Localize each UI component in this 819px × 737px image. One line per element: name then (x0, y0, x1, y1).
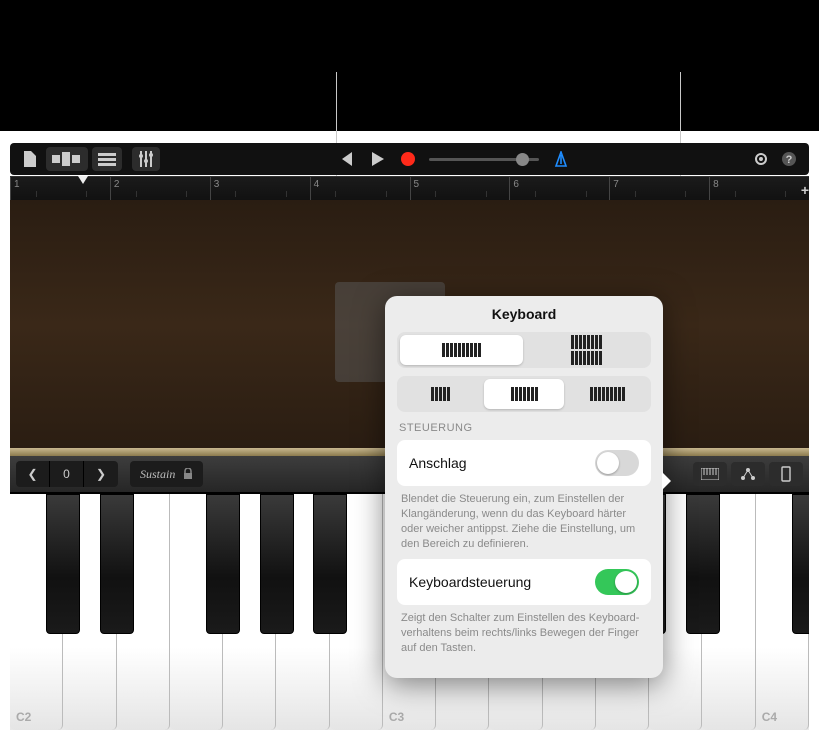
keyboard-double-icon (571, 335, 602, 365)
bar-marker: 2 (110, 177, 210, 200)
record-icon (401, 152, 415, 166)
transport-controls (333, 147, 421, 171)
white-key[interactable] (170, 494, 223, 730)
white-key[interactable]: C4 (756, 494, 809, 730)
gear-icon (753, 151, 769, 167)
bar-marker: 7 (609, 177, 709, 200)
keyboard-size-large-option[interactable] (567, 379, 648, 409)
help-icon: ? (781, 151, 797, 167)
volume-slider[interactable] (429, 158, 539, 161)
white-key[interactable] (702, 494, 755, 730)
bar-marker: 3 (210, 177, 310, 200)
bar-marker: 1 (10, 177, 110, 200)
keyboard-settings-popover: Keyboard (385, 296, 663, 678)
play-icon (371, 152, 385, 166)
metronome-icon (553, 151, 569, 167)
white-key[interactable]: C2 (10, 494, 63, 730)
anschlag-switch[interactable] (595, 450, 639, 476)
annotation-background (0, 0, 819, 131)
anschlag-label: Anschlag (409, 455, 467, 471)
keyboardsteuerung-description: Zeigt den Schalter zum Einstellen des Ke… (397, 605, 651, 664)
anschlag-row: Anschlag (397, 440, 651, 486)
browser-button[interactable] (46, 147, 88, 171)
rewind-button[interactable] (333, 147, 361, 171)
keyboardsteuerung-row: Keyboardsteuerung (397, 559, 651, 605)
white-key[interactable] (63, 494, 116, 730)
sustain-button[interactable]: Sustain (130, 461, 203, 487)
keyboard-layout-button[interactable] (693, 462, 727, 486)
keyboard-small-icon (431, 387, 450, 401)
arpeggiator-icon (740, 467, 756, 481)
keyboard-double-row-option[interactable] (526, 335, 649, 365)
settings-button[interactable] (747, 147, 775, 171)
rewind-icon (339, 152, 355, 166)
white-key[interactable] (330, 494, 383, 730)
keyboard-single-row-option[interactable] (400, 335, 523, 365)
octave-up-button[interactable]: ❯ (84, 461, 118, 487)
add-section-button[interactable]: + (801, 182, 809, 198)
bar-marker: 8 (709, 177, 809, 200)
mixer-button[interactable] (132, 147, 160, 171)
play-button[interactable] (365, 147, 391, 171)
sustain-label: Sustain (140, 467, 175, 482)
bar-marker: 4 (310, 177, 410, 200)
steuerung-section-label: STEUERUNG (399, 422, 651, 434)
my-songs-button[interactable] (16, 147, 42, 171)
keyboardsteuerung-switch[interactable] (595, 569, 639, 595)
keyboard-single-icon (442, 343, 481, 357)
octave-stepper: ❮ 0 ❯ (16, 461, 118, 487)
top-toolbar: ? (10, 143, 809, 175)
keyboard-large-icon (590, 387, 625, 401)
keyboard-rows-segmented (397, 332, 651, 368)
keyboard-size-segmented (397, 376, 651, 412)
bar-marker: 5 (410, 177, 510, 200)
keyboard-glissando-button[interactable] (769, 462, 803, 486)
svg-text:?: ? (786, 154, 793, 166)
timeline-ruler[interactable]: 1 2 3 4 5 6 7 8 (10, 176, 809, 200)
record-button[interactable] (395, 147, 421, 171)
keyboard-medium-icon (511, 387, 538, 401)
keyboard-size-medium-option[interactable] (484, 379, 565, 409)
metronome-button[interactable] (547, 147, 575, 171)
octave-value: 0 (50, 461, 84, 487)
playhead[interactable] (78, 176, 88, 184)
phone-icon (781, 466, 791, 482)
tracks-button[interactable] (92, 147, 122, 171)
popover-arrow (662, 472, 671, 490)
anschlag-description: Blendet die Steuerung ein, zum Einstelle… (397, 486, 651, 559)
help-button[interactable]: ? (775, 147, 803, 171)
bar-marker: 6 (509, 177, 609, 200)
keyboard-size-small-option[interactable] (400, 379, 481, 409)
keyboard-icon (701, 468, 719, 480)
popover-title: Keyboard (397, 306, 651, 322)
keyboardsteuerung-label: Keyboardsteuerung (409, 574, 531, 590)
white-key[interactable] (276, 494, 329, 730)
octave-down-button[interactable]: ❮ (16, 461, 50, 487)
white-key[interactable] (223, 494, 276, 730)
arpeggiator-button[interactable] (731, 462, 765, 486)
white-key[interactable] (117, 494, 170, 730)
lock-icon (183, 468, 193, 480)
volume-thumb[interactable] (516, 153, 529, 166)
